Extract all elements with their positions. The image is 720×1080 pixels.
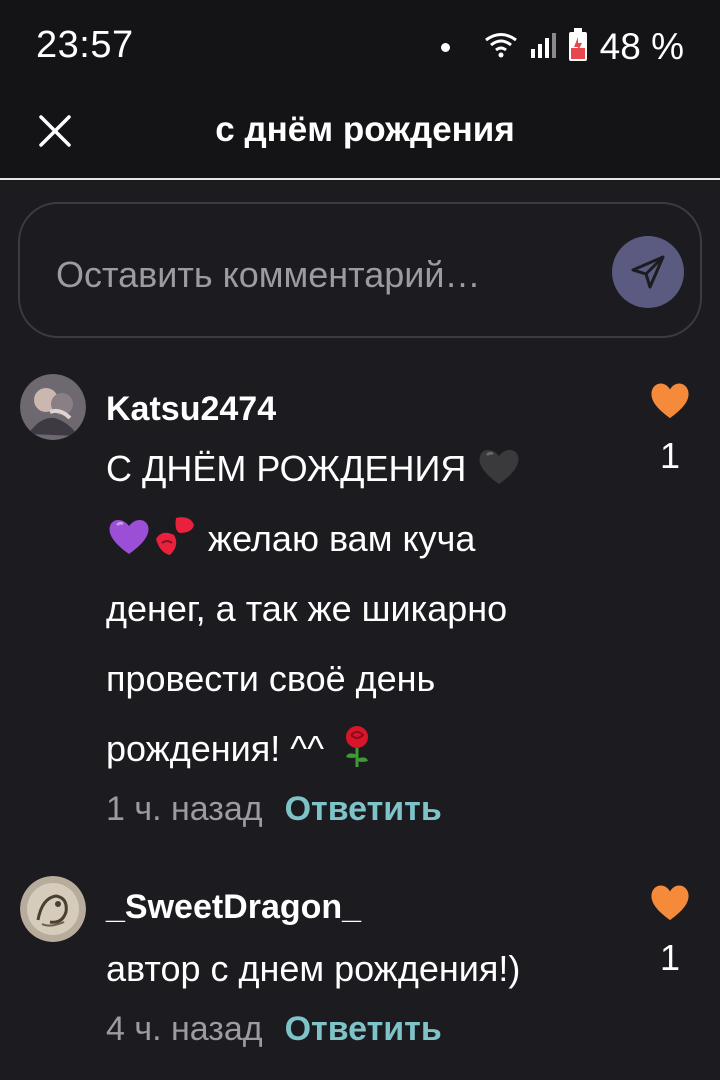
like-control[interactable]: 1	[642, 882, 698, 979]
comment-composer	[18, 202, 702, 338]
purple-heart-icon	[109, 519, 149, 554]
status-icons: 48 %	[440, 24, 684, 70]
comment-text-segment: рождения! ^^	[106, 728, 325, 769]
avatar[interactable]	[20, 374, 86, 440]
comment-text-line: провести своё день	[106, 658, 436, 699]
status-time: 23:57	[36, 24, 134, 66]
like-count: 1	[659, 937, 681, 978]
comment-text-line: денег, а так же шикарно	[106, 588, 508, 629]
comment-text-line: С ДНЁМ РОЖДЕНИЯ	[106, 434, 626, 504]
comment-time: 1 ч. назад	[106, 790, 263, 828]
battery-icon	[568, 27, 588, 67]
page-title: с днём рождения	[215, 110, 515, 149]
comment-text-line: рождения! ^^	[106, 714, 626, 784]
heart-icon[interactable]	[648, 882, 692, 922]
signal-icon	[530, 31, 556, 64]
avatar[interactable]	[20, 876, 86, 942]
wifi-icon	[484, 31, 518, 64]
comment-text-segment: С ДНЁМ РОЖДЕНИЯ	[106, 448, 467, 489]
comment-time: 4 ч. назад	[106, 1010, 263, 1048]
header: с днём рождения	[0, 92, 720, 180]
like-control[interactable]: 1	[642, 380, 698, 477]
send-icon	[631, 255, 665, 289]
comment-text-line: желаю вам куча	[106, 504, 626, 574]
comment-username[interactable]: Katsu2474	[106, 386, 626, 432]
comment-body: _SweetDragon_ автор с днем рождения!) 4 …	[106, 874, 626, 1049]
rose-icon	[346, 726, 369, 767]
reply-button[interactable]: Ответить	[285, 790, 442, 829]
comment-meta: 1 ч. назад Ответить	[106, 790, 626, 829]
comment-text-line: автор с днем рождения!)	[106, 948, 521, 989]
like-count: 1	[659, 435, 681, 476]
send-button[interactable]	[612, 236, 684, 308]
battery-percentage: 48 %	[599, 26, 684, 67]
comment-meta: 4 ч. назад Ответить	[106, 1010, 626, 1049]
heart-icon[interactable]	[648, 380, 692, 420]
black-heart-icon	[479, 449, 519, 484]
comment-body: Katsu2474 С ДНЁМ РОЖДЕНИЯ желаю вам куча…	[106, 370, 626, 829]
notification-dot-icon	[440, 42, 450, 52]
kiss-mark-icon	[156, 517, 194, 555]
reply-button[interactable]: Ответить	[285, 1010, 442, 1049]
comment-text-segment: желаю вам куча	[208, 518, 476, 559]
comment-input[interactable]	[56, 250, 596, 300]
status-bar: 23:57 48 %	[0, 0, 720, 92]
comment-username[interactable]: _SweetDragon_	[106, 884, 626, 930]
